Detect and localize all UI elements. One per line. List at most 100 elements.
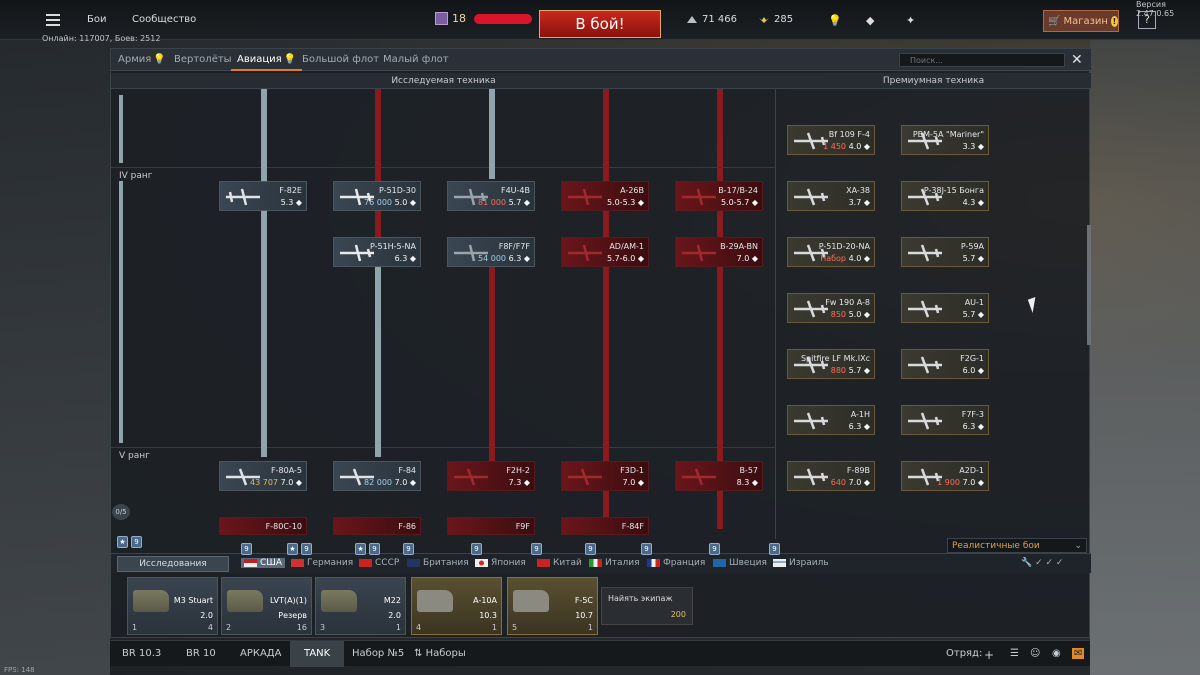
- nav-battles[interactable]: Бои: [87, 14, 106, 25]
- premium-vehicle-card[interactable]: P-51D-20-NA Набор 4.0 ◆: [787, 237, 875, 267]
- plus-icon[interactable]: +: [984, 648, 994, 662]
- shop-badge: !: [1110, 15, 1118, 27]
- plane-icon: [568, 188, 602, 206]
- vehicle-card[interactable]: B-17/B-24 5.0-5.7 ◆: [675, 181, 763, 211]
- vehicle-card[interactable]: F-84F: [561, 517, 649, 535]
- nation-china[interactable]: Китай: [537, 558, 582, 568]
- premium-vehicle-card[interactable]: Spitfire LF Mk.IXc 880 5.7 ◆: [787, 349, 875, 379]
- nation-sweden[interactable]: Швеция: [713, 558, 767, 568]
- close-icon[interactable]: ✕: [1071, 52, 1083, 68]
- vehicle-card[interactable]: F-80A-5 43 707 7.0 ◆: [219, 461, 307, 491]
- lightbulb-icon: 💡: [283, 54, 297, 65]
- camo-icon[interactable]: ◆: [866, 14, 874, 27]
- friends-icon[interactable]: ☺: [1030, 648, 1040, 659]
- premium-vehicle-card[interactable]: F-89B 640 7.0 ◆: [787, 461, 875, 491]
- mode-presets[interactable]: ⇅ Наборы: [414, 648, 466, 659]
- battle-mode-select[interactable]: Реалистичные бои ⌄: [947, 538, 1087, 553]
- menu-icon[interactable]: [46, 14, 60, 26]
- gold-balance: 285: [758, 14, 793, 25]
- plane-icon: [682, 188, 716, 206]
- research-button[interactable]: Исследования: [117, 556, 229, 572]
- vehicle-card[interactable]: F2H-2 7.3 ◆: [447, 461, 535, 491]
- shop-button[interactable]: 🛒 Магазин !: [1043, 10, 1119, 32]
- fps-counter: FPS: 148: [4, 666, 35, 674]
- wrench-icon[interactable]: ✦: [906, 14, 915, 27]
- premium-vehicle-card[interactable]: AU-1 5.7 ◆: [901, 293, 989, 323]
- scrollbar[interactable]: [1087, 225, 1091, 345]
- crew-slot[interactable]: LVT(A)(1) Резерв 2 16: [221, 577, 312, 635]
- tree-line: [375, 265, 381, 457]
- tab-coastal-fleet[interactable]: Малый флот: [383, 54, 449, 65]
- vehicle-card[interactable]: F4U-4B 81 000 5.7 ◆: [447, 181, 535, 211]
- premium-vehicle-card[interactable]: A2D-1 1 900 7.0 ◆: [901, 461, 989, 491]
- plane-icon: [794, 412, 828, 430]
- premium-vehicle-card[interactable]: F2G-1 6.0 ◆: [901, 349, 989, 379]
- mode-preset-5[interactable]: Набор №5: [352, 648, 404, 659]
- crew-slot[interactable]: M22 2.0 3 1: [315, 577, 406, 635]
- list-icon[interactable]: ☰: [1010, 648, 1019, 659]
- vehicle-card[interactable]: F-86: [333, 517, 421, 535]
- nation-ussr[interactable]: СССР: [359, 558, 399, 568]
- tab-army[interactable]: Армия 💡: [118, 54, 166, 65]
- premium-vehicle-card[interactable]: PBM-5A "Mariner" 3.3 ◆: [901, 125, 989, 155]
- player-info[interactable]: 18: [435, 12, 532, 25]
- rank-badge-icon: ★: [355, 543, 366, 555]
- tree-line: [489, 265, 495, 465]
- crew-slot[interactable]: M3 Stuart 2.0 1 4: [127, 577, 218, 635]
- vehicle-card[interactable]: F9F: [447, 517, 535, 535]
- plane-icon: [794, 468, 828, 486]
- rank-line: [119, 181, 123, 443]
- hire-crew-button[interactable]: Найять экипаж 200: [601, 587, 693, 625]
- premium-vehicle-card[interactable]: XA-38 3.7 ◆: [787, 181, 875, 211]
- nation-britain[interactable]: Британия: [407, 558, 469, 568]
- nation-italy[interactable]: Италия: [589, 558, 640, 568]
- vehicle-card[interactable]: F-84 82 000 7.0 ◆: [333, 461, 421, 491]
- crew-slot[interactable]: F-5C 10.7 5 1: [507, 577, 598, 635]
- vehicle-card[interactable]: B-57 8.3 ◆: [675, 461, 763, 491]
- nation-japan[interactable]: Япония: [475, 558, 526, 568]
- premium-vehicle-card[interactable]: Bf 109 F-4 1 450 4.0 ◆: [787, 125, 875, 155]
- vehicle-card[interactable]: A-26B 5.0-5.3 ◆: [561, 181, 649, 211]
- vehicle-card[interactable]: F-80C-10: [219, 517, 307, 535]
- tree-line: [261, 89, 267, 457]
- research-section-header: Исследуемая техника: [111, 73, 776, 89]
- mode-arcade[interactable]: АРКАДА: [240, 648, 281, 659]
- nation-france[interactable]: Франция: [647, 558, 705, 568]
- premium-vehicle-card[interactable]: F7F-3 6.3 ◆: [901, 405, 989, 435]
- mail-icon[interactable]: ✉: [1072, 648, 1085, 659]
- nav-community[interactable]: Сообщество: [132, 14, 196, 25]
- nation-israel[interactable]: Израиль: [773, 558, 829, 568]
- vehicle-card[interactable]: P-51D-30 76 000 5.0 ◆: [333, 181, 421, 211]
- filter-icons[interactable]: 🔧 ✓ ✓ ✓: [1021, 558, 1063, 568]
- tab-helicopters[interactable]: Вертолёты: [174, 54, 232, 65]
- rank-badge-icon: 9: [709, 543, 720, 555]
- search-input[interactable]: Поиск...: [899, 53, 1065, 67]
- gold-amount: 285: [774, 14, 794, 25]
- to-battle-button[interactable]: В бой!: [539, 10, 661, 38]
- vehicle-card[interactable]: AD/AM-1 5.7-6.0 ◆: [561, 237, 649, 267]
- vehicle-card[interactable]: B-29A-BN 7.0 ◆: [675, 237, 763, 267]
- premium-vehicle-card[interactable]: Fw 190 A-8 850 5.0 ◆: [787, 293, 875, 323]
- crew-slot[interactable]: A-10A 10.3 4 1: [411, 577, 502, 635]
- premium-vehicle-card[interactable]: P-38J-15 Бонга 4.3 ◆: [901, 181, 989, 211]
- chat-icon[interactable]: ◉: [1052, 648, 1061, 659]
- mode-br-10-3[interactable]: BR 10.3: [122, 648, 161, 659]
- nation-germany[interactable]: Германия: [291, 558, 353, 568]
- lightbulb-icon[interactable]: 💡: [828, 14, 842, 27]
- rank-line: [119, 95, 123, 163]
- premium-vehicle-card[interactable]: P-59A 5.7 ◆: [901, 237, 989, 267]
- mode-tank[interactable]: TANK: [290, 641, 345, 667]
- mode-br-10[interactable]: BR 10: [186, 648, 216, 659]
- plane-icon: [454, 468, 488, 486]
- premium-section-header: Премиумная техника: [776, 73, 1091, 89]
- rank-badge-icon: 9: [641, 543, 652, 555]
- tab-bluewater-fleet[interactable]: Большой флот: [302, 54, 379, 65]
- vehicle-card[interactable]: F8F/F7F 54 000 6.3 ◆: [447, 237, 535, 267]
- vehicle-card[interactable]: F3D-1 7.0 ◆: [561, 461, 649, 491]
- premium-vehicle-card[interactable]: A-1H 6.3 ◆: [787, 405, 875, 435]
- nation-usa[interactable]: США: [241, 558, 286, 568]
- tree-line: [375, 89, 381, 239]
- vehicle-card[interactable]: F-82E 5.3 ◆: [219, 181, 307, 211]
- vehicle-card[interactable]: P-51H-5-NA 6.3 ◆: [333, 237, 421, 267]
- tab-aviation[interactable]: Авиация 💡: [230, 54, 303, 71]
